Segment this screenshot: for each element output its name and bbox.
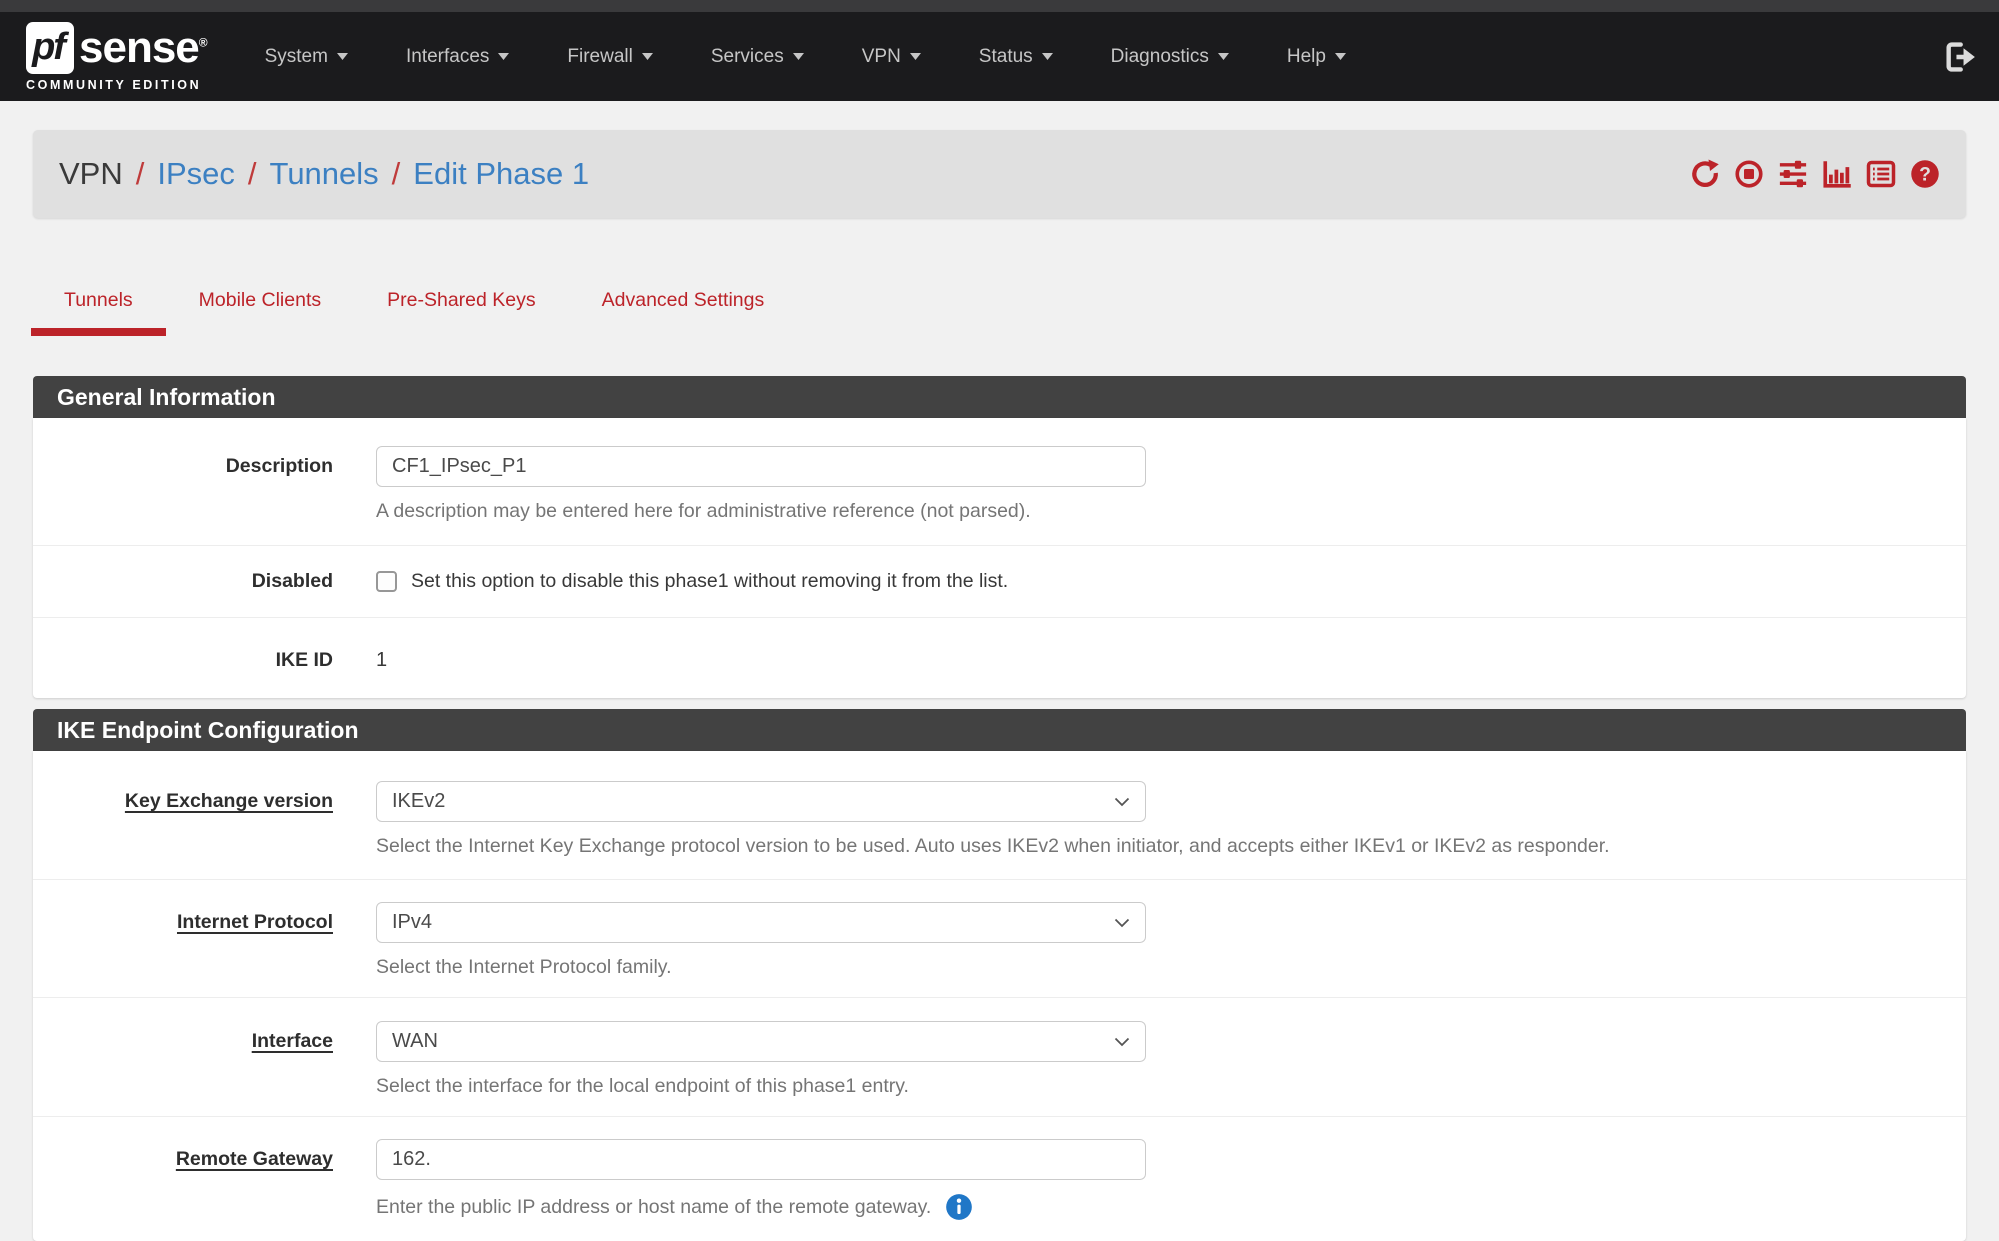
breadcrumb-link-edit-phase-1[interactable]: Edit Phase 1: [413, 156, 589, 192]
menu-diagnostics[interactable]: Diagnostics: [1111, 46, 1229, 68]
menu-interfaces[interactable]: Interfaces: [406, 46, 509, 68]
form-row-description: Description A description may be entered…: [33, 418, 1966, 545]
field-label: Remote Gateway: [33, 1139, 333, 1221]
menu-help[interactable]: Help: [1287, 46, 1346, 68]
field-label: IKE ID: [33, 640, 333, 672]
field-help: A description may be entered here for ad…: [376, 500, 1966, 523]
breadcrumb-link-ipsec[interactable]: IPsec: [157, 156, 235, 192]
caret-down-icon: [498, 53, 509, 60]
logo-subtitle: COMMUNITY EDITION: [26, 78, 207, 92]
key-exchange-version-select[interactable]: IKEv2: [376, 781, 1146, 822]
field-help: Select the interface for the local endpo…: [376, 1075, 1966, 1098]
navbar: pf sense® COMMUNITY EDITION System Inter…: [0, 12, 1999, 101]
tab-advanced-settings[interactable]: Advanced Settings: [569, 274, 798, 342]
remote-gateway-input[interactable]: [376, 1139, 1146, 1180]
description-input[interactable]: [376, 446, 1146, 487]
form-row-ike-id: IKE ID 1: [33, 617, 1966, 698]
field-label: Description: [33, 446, 333, 523]
menu-vpn[interactable]: VPN: [862, 46, 921, 68]
caret-down-icon: [642, 53, 653, 60]
section-title: IKE Endpoint Configuration: [33, 709, 1966, 751]
form-row-internet-protocol: Internet Protocol IPv4 Select the Intern…: [33, 879, 1966, 997]
menu-status[interactable]: Status: [979, 46, 1053, 68]
logo-wordmark: sense®: [79, 23, 207, 73]
disabled-checkbox[interactable]: [376, 571, 397, 592]
caret-down-icon: [337, 53, 348, 60]
registered-mark: ®: [199, 35, 207, 49]
menu-system[interactable]: System: [265, 46, 348, 68]
caret-down-icon: [1042, 53, 1053, 60]
svg-text:?: ?: [1919, 164, 1931, 186]
tab-pre-shared-keys[interactable]: Pre-Shared Keys: [354, 274, 569, 342]
pfsense-logo[interactable]: pf sense® COMMUNITY EDITION: [26, 22, 207, 92]
field-help: Select the Internet Protocol family.: [376, 956, 1966, 979]
ike-id-value: 1: [376, 640, 1966, 672]
form-row-disabled: Disabled Set this option to disable this…: [33, 545, 1966, 617]
interface-select[interactable]: WAN: [376, 1021, 1146, 1062]
bar-chart-icon[interactable]: [1822, 159, 1852, 189]
window-top-strip: [0, 0, 1999, 12]
main-menu: System Interfaces Firewall Services VPN …: [265, 46, 1346, 68]
stop-icon[interactable]: [1734, 159, 1764, 189]
chevron-down-icon: [1114, 797, 1130, 807]
breadcrumb-separator: /: [392, 156, 401, 192]
pf-logo-mark: pf: [26, 22, 74, 74]
field-label: Key Exchange version: [33, 781, 333, 858]
breadcrumb: VPN / IPsec / Tunnels / Edit Phase 1: [33, 130, 1966, 218]
menu-services[interactable]: Services: [711, 46, 804, 68]
section-ike-endpoint-configuration: IKE Endpoint Configuration Key Exchange …: [33, 709, 1966, 1241]
field-label: Internet Protocol: [33, 902, 333, 979]
tab-bar: Tunnels Mobile Clients Pre-Shared Keys A…: [31, 274, 1966, 342]
section-title: General Information: [33, 376, 1966, 418]
caret-down-icon: [1218, 53, 1229, 60]
breadcrumb-separator: /: [136, 156, 145, 192]
tab-tunnels[interactable]: Tunnels: [31, 274, 166, 342]
menu-firewall[interactable]: Firewall: [567, 46, 652, 68]
internet-protocol-select[interactable]: IPv4: [376, 902, 1146, 943]
form-row-interface: Interface WAN Select the interface for t…: [33, 997, 1966, 1116]
log-icon[interactable]: [1866, 159, 1896, 189]
breadcrumb-link-tunnels[interactable]: Tunnels: [270, 156, 379, 192]
form-row-remote-gateway: Remote Gateway Enter the public IP addre…: [33, 1116, 1966, 1241]
section-general-information: General Information Description A descri…: [33, 376, 1966, 698]
page-action-icons: ?: [1690, 159, 1940, 189]
breadcrumb-root: VPN: [59, 156, 123, 192]
sign-out-icon[interactable]: [1943, 40, 1977, 74]
caret-down-icon: [793, 53, 804, 60]
refresh-icon[interactable]: [1690, 159, 1720, 189]
tab-mobile-clients[interactable]: Mobile Clients: [166, 274, 354, 342]
field-help: Select the Internet Key Exchange protoco…: [376, 835, 1966, 858]
form-row-key-exchange-version: Key Exchange version IKEv2 Select the In…: [33, 751, 1966, 879]
field-label: Disabled: [33, 570, 333, 593]
field-help: Enter the public IP address or host name…: [376, 1193, 1966, 1221]
chevron-down-icon: [1114, 918, 1130, 928]
chevron-down-icon: [1114, 1037, 1130, 1047]
page-content: VPN / IPsec / Tunnels / Edit Phase 1: [0, 101, 1999, 1241]
field-label: Interface: [33, 1021, 333, 1098]
caret-down-icon: [910, 53, 921, 60]
checkbox-label: Set this option to disable this phase1 w…: [411, 570, 1008, 593]
info-icon[interactable]: [945, 1193, 973, 1221]
help-icon[interactable]: ?: [1910, 159, 1940, 189]
sliders-icon[interactable]: [1778, 159, 1808, 189]
caret-down-icon: [1335, 53, 1346, 60]
breadcrumb-separator: /: [248, 156, 257, 192]
